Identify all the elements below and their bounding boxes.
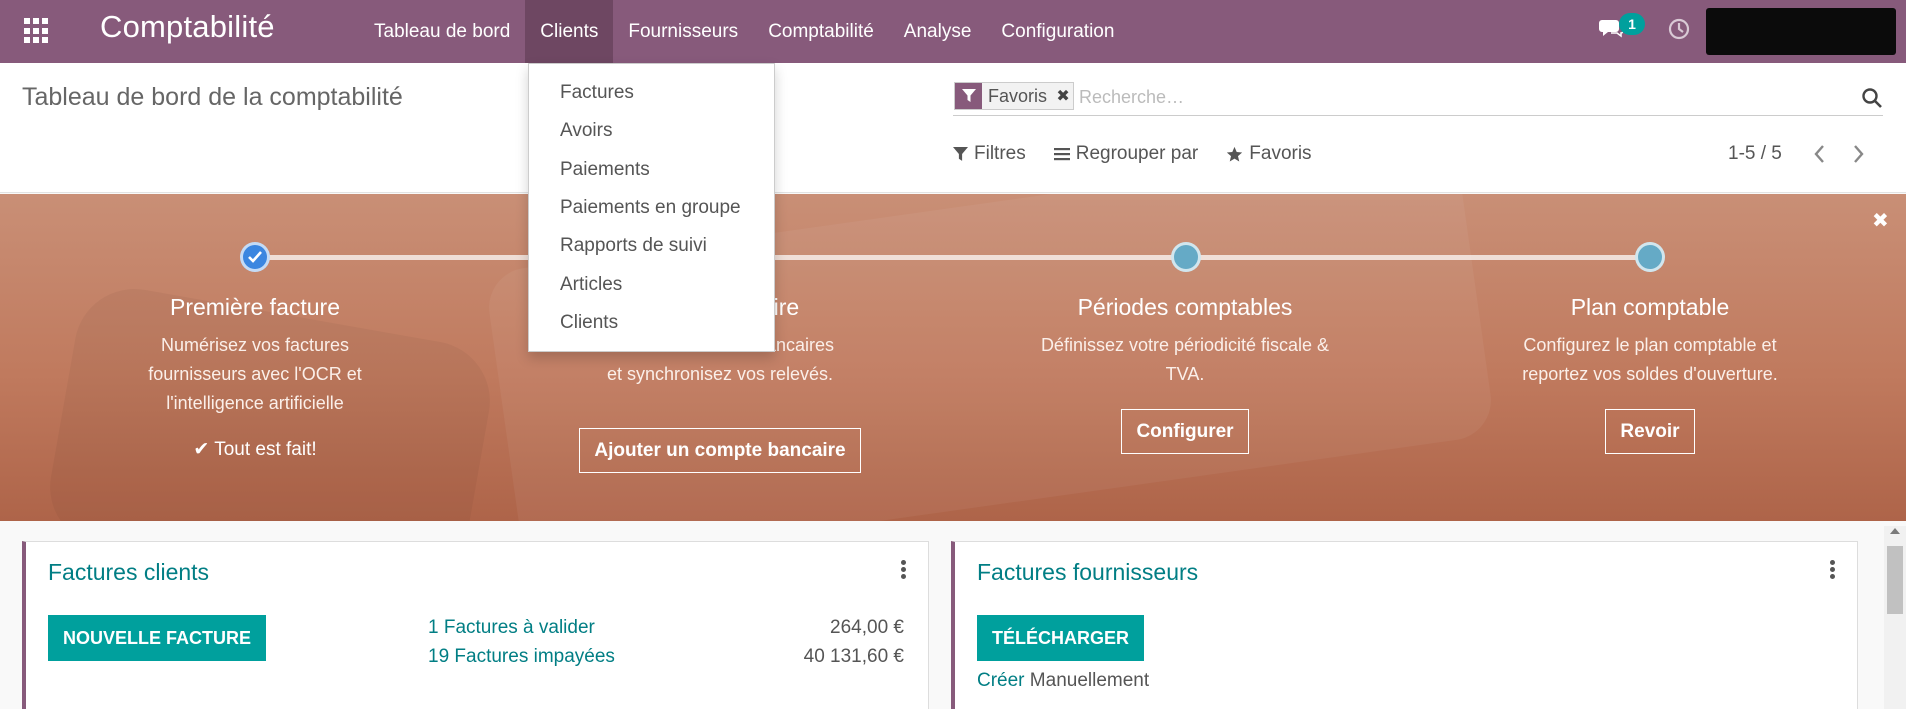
- review-button[interactable]: Revoir: [1605, 409, 1695, 454]
- invoices-to-validate-amount: 264,00 €: [830, 617, 904, 638]
- step-done-label: Tout est fait!: [214, 439, 317, 460]
- invoices-to-validate-link[interactable]: 1 Factures à valider: [428, 617, 595, 639]
- dropdown-item-factures[interactable]: Factures: [529, 74, 774, 112]
- step-desc-line: Définissez votre périodicité fiscale &: [1040, 335, 1330, 355]
- user-menu-redacted[interactable]: [1706, 8, 1896, 55]
- top-navbar: Comptabilité Tableau de bord Clients Fou…: [0, 0, 1906, 63]
- search-icon[interactable]: [1861, 87, 1883, 109]
- group-by-label: Regrouper par: [1075, 143, 1199, 164]
- new-invoice-button[interactable]: NOUVELLE FACTURE: [48, 615, 267, 661]
- main-menu: Tableau de bord Clients Fournisseurs Com…: [359, 0, 1129, 63]
- dropdown-item-rapports-de-suivi[interactable]: Rapports de suivi: [529, 227, 774, 265]
- star-icon: [1227, 146, 1243, 161]
- step-desc-line: l'intelligence artificielle: [166, 393, 344, 413]
- kebab-menu-icon[interactable]: [901, 560, 907, 580]
- favorites-button[interactable]: Favoris: [1226, 143, 1312, 165]
- app-title: Comptabilité: [100, 9, 275, 44]
- step-dot-plan: [1635, 242, 1665, 272]
- kebab-menu-icon[interactable]: [1830, 560, 1836, 580]
- onboarding-banner: ✖ Première facture Numérisez vos facture…: [0, 194, 1906, 521]
- step-desc-line: Configurez le plan comptable et: [1523, 335, 1777, 355]
- search-bar: Favoris ✖: [953, 80, 1883, 116]
- unpaid-invoices-link[interactable]: 19 Factures impayées: [428, 646, 615, 668]
- onboarding-step-first-invoice: Première facture Numérisez vos factures …: [105, 294, 405, 461]
- dropdown-item-avoirs[interactable]: Avoirs: [529, 112, 774, 150]
- menu-item-clients[interactable]: Clients: [525, 0, 614, 63]
- step-description: Définissez votre périodicité fiscale & T…: [1035, 331, 1335, 389]
- menu-item-analyse[interactable]: Analyse: [889, 0, 987, 63]
- favorites-label: Favoris: [1249, 143, 1312, 164]
- onboarding-step-chart-of-accounts: Plan comptable Configurez le plan compta…: [1500, 294, 1800, 454]
- scrollbar-thumb[interactable]: [1887, 546, 1903, 614]
- filters-button[interactable]: Filtres: [953, 143, 1026, 165]
- scroll-up-arrow-icon[interactable]: [1890, 528, 1900, 534]
- create-manually-row: Créer Manuellement: [977, 670, 1149, 692]
- step-title: Plan comptable: [1570, 294, 1730, 320]
- create-link[interactable]: Créer: [977, 670, 1025, 691]
- customer-invoices-card: Factures clients NOUVELLE FACTURE 1 Fact…: [22, 541, 929, 709]
- vertical-scrollbar[interactable]: [1884, 526, 1906, 709]
- clock-icon[interactable]: [1668, 18, 1690, 40]
- filters-label: Filtres: [974, 143, 1026, 164]
- group-by-button[interactable]: Regrouper par: [1053, 143, 1199, 165]
- pager-value[interactable]: 1-5 / 5: [1728, 143, 1782, 165]
- dropdown-item-paiements-en-groupe[interactable]: Paiements en groupe: [529, 189, 774, 227]
- chevron-left-icon[interactable]: [1811, 141, 1827, 167]
- onboarding-step-periods: Périodes comptables Définissez votre pér…: [1035, 294, 1335, 454]
- step-title: Première facture: [169, 294, 340, 320]
- step-desc-line: TVA.: [1165, 364, 1205, 384]
- search-input[interactable]: [1079, 80, 1819, 114]
- list-bars-icon: [1053, 148, 1070, 161]
- search-options: Filtres Regrouper par Favoris: [953, 143, 1312, 165]
- menu-item-fournisseurs[interactable]: Fournisseurs: [613, 0, 753, 63]
- step-desc-line: et synchronisez vos relevés.: [606, 364, 834, 384]
- dropdown-item-paiements[interactable]: Paiements: [529, 151, 774, 189]
- chevron-right-icon[interactable]: [1851, 141, 1867, 167]
- onboarding-progress-line: [255, 255, 1650, 260]
- check-icon: ✔: [193, 439, 210, 460]
- unpaid-invoices-amount: 40 131,60 €: [803, 646, 904, 667]
- menu-item-comptabilite[interactable]: Comptabilité: [753, 0, 889, 63]
- filter-funnel-icon: [953, 146, 968, 161]
- step-desc-line: fournisseurs avec l'OCR et: [148, 364, 362, 384]
- dropdown-item-articles[interactable]: Articles: [529, 265, 774, 303]
- step-desc-line: reportez vos soldes d'ouverture.: [1522, 364, 1778, 384]
- search-facet: Favoris ✖: [954, 82, 1075, 110]
- upload-button[interactable]: TÉLÉCHARGER: [977, 615, 1145, 661]
- dashboard-content: Factures clients NOUVELLE FACTURE 1 Fact…: [0, 521, 1906, 709]
- step-done-status: ✔ Tout est fait!: [105, 438, 405, 461]
- menu-item-configuration[interactable]: Configuration: [986, 0, 1129, 63]
- facet-label: Favoris: [988, 85, 1048, 106]
- page-title: Tableau de bord de la comptabilité: [22, 83, 403, 111]
- card-title[interactable]: Factures fournisseurs: [977, 559, 1198, 586]
- chat-count-badge: 1: [1619, 13, 1645, 35]
- add-bank-account-button[interactable]: Ajouter un compte bancaire: [579, 428, 861, 473]
- dropdown-item-clients[interactable]: Clients: [529, 304, 774, 342]
- menu-item-tableau-de-bord[interactable]: Tableau de bord: [359, 0, 525, 63]
- card-title[interactable]: Factures clients: [48, 559, 209, 586]
- filter-funnel-icon: [955, 83, 982, 109]
- step-description: Numérisez vos factures fournisseurs avec…: [105, 331, 405, 418]
- control-panel: Tableau de bord de la comptabilité Favor…: [0, 63, 1906, 193]
- clients-dropdown-menu: Factures Avoirs Paiements Paiements en g…: [528, 63, 775, 352]
- step-desc-line: Numérisez vos factures: [160, 335, 350, 355]
- apps-grid-icon[interactable]: [24, 18, 50, 44]
- close-icon[interactable]: ✖: [1872, 208, 1889, 233]
- supplier-invoices-card: Factures fournisseurs TÉLÉCHARGER Créer …: [951, 541, 1858, 709]
- facet-remove-icon[interactable]: ✖: [1053, 83, 1073, 109]
- step-description: Configurez le plan comptable et reportez…: [1500, 331, 1800, 389]
- step-done-check-icon: [240, 242, 270, 272]
- step-dot-periodes: [1171, 242, 1201, 272]
- configure-button[interactable]: Configurer: [1121, 409, 1249, 454]
- step-title: Périodes comptables: [1077, 294, 1293, 320]
- create-manually-label: Manuellement: [1029, 670, 1150, 691]
